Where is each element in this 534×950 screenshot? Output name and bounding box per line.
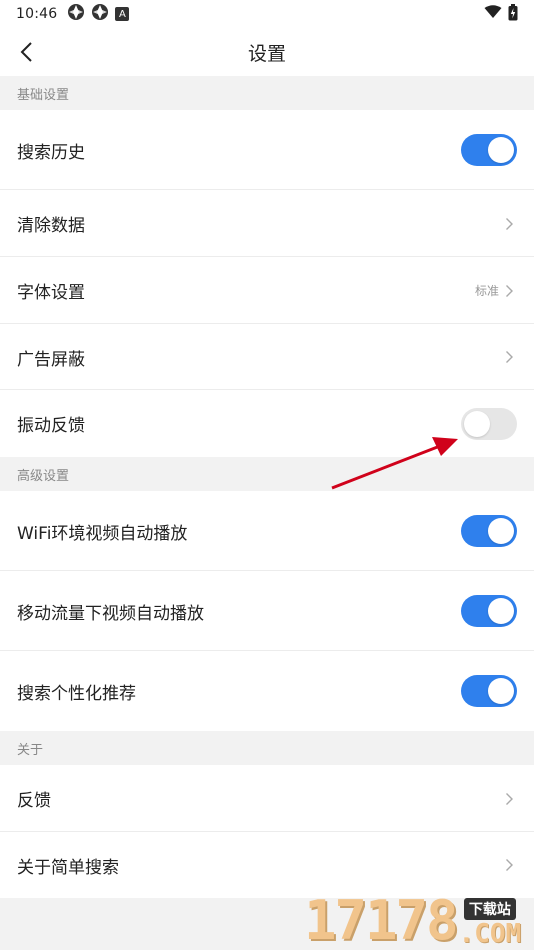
setting-label: WiFi环境视频自动播放 [17, 523, 188, 544]
setting-label: 反馈 [17, 791, 51, 811]
chevron-right-icon [505, 283, 517, 299]
personalized-toggle[interactable] [461, 675, 517, 707]
app-notification-icon [67, 3, 85, 25]
setting-row-mobile-autoplay[interactable]: 移动流量下视频自动播放 [0, 571, 534, 651]
setting-row-vibration[interactable]: 振动反馈 [0, 390, 534, 457]
back-button[interactable] [12, 38, 40, 66]
chevron-right-icon [505, 349, 517, 365]
wifi-icon [484, 5, 502, 23]
chevron-right-icon [505, 857, 517, 873]
page-title: 设置 [247, 42, 286, 65]
app-notification-icon [91, 3, 109, 25]
setting-row-search-history[interactable]: 搜索历史 [0, 110, 534, 190]
setting-label: 搜索历史 [17, 142, 85, 163]
battery-icon [508, 3, 518, 25]
back-arrow-icon [20, 42, 32, 62]
setting-row-clear-data[interactable]: 清除数据 [0, 190, 534, 257]
search-history-toggle[interactable] [461, 134, 517, 166]
watermark-digits: 17178 [304, 889, 459, 950]
notification-letter-icon: A [115, 7, 130, 21]
watermark-tag: 下载站 [463, 898, 516, 920]
wifi-autoplay-toggle[interactable] [461, 515, 517, 547]
watermark-com: .COM [458, 919, 522, 949]
section-header-about: 关于 [0, 731, 534, 765]
section-header-advanced: 高级设置 [0, 457, 534, 491]
setting-row-font[interactable]: 字体设置 标准 [0, 257, 534, 324]
vibration-toggle[interactable] [461, 407, 517, 440]
setting-row-wifi-autoplay[interactable]: WiFi环境视频自动播放 [0, 491, 534, 571]
status-bar: 10:46 A [0, 0, 534, 28]
chevron-right-icon [505, 216, 517, 232]
chevron-right-icon [505, 791, 517, 807]
setting-row-personalized[interactable]: 搜索个性化推荐 [0, 651, 534, 731]
setting-label: 广告屏蔽 [17, 349, 85, 370]
setting-label: 搜索个性化推荐 [17, 683, 136, 704]
watermark-logo: 17178 下载站 .COM [304, 889, 530, 950]
section-header-basic: 基础设置 [0, 76, 534, 110]
setting-label: 移动流量下视频自动播放 [17, 603, 204, 624]
setting-label: 振动反馈 [17, 416, 85, 436]
setting-label: 清除数据 [17, 216, 85, 236]
font-size-value: 标准 [474, 284, 499, 298]
setting-row-ad-block[interactable]: 广告屏蔽 [0, 324, 534, 390]
setting-label: 字体设置 [17, 283, 85, 303]
mobile-autoplay-toggle[interactable] [461, 595, 517, 627]
nav-bar: 设置 [0, 28, 534, 76]
setting-row-feedback[interactable]: 反馈 [0, 765, 534, 832]
setting-label: 关于简单搜索 [17, 857, 119, 878]
status-time: 10:46 [16, 6, 58, 22]
